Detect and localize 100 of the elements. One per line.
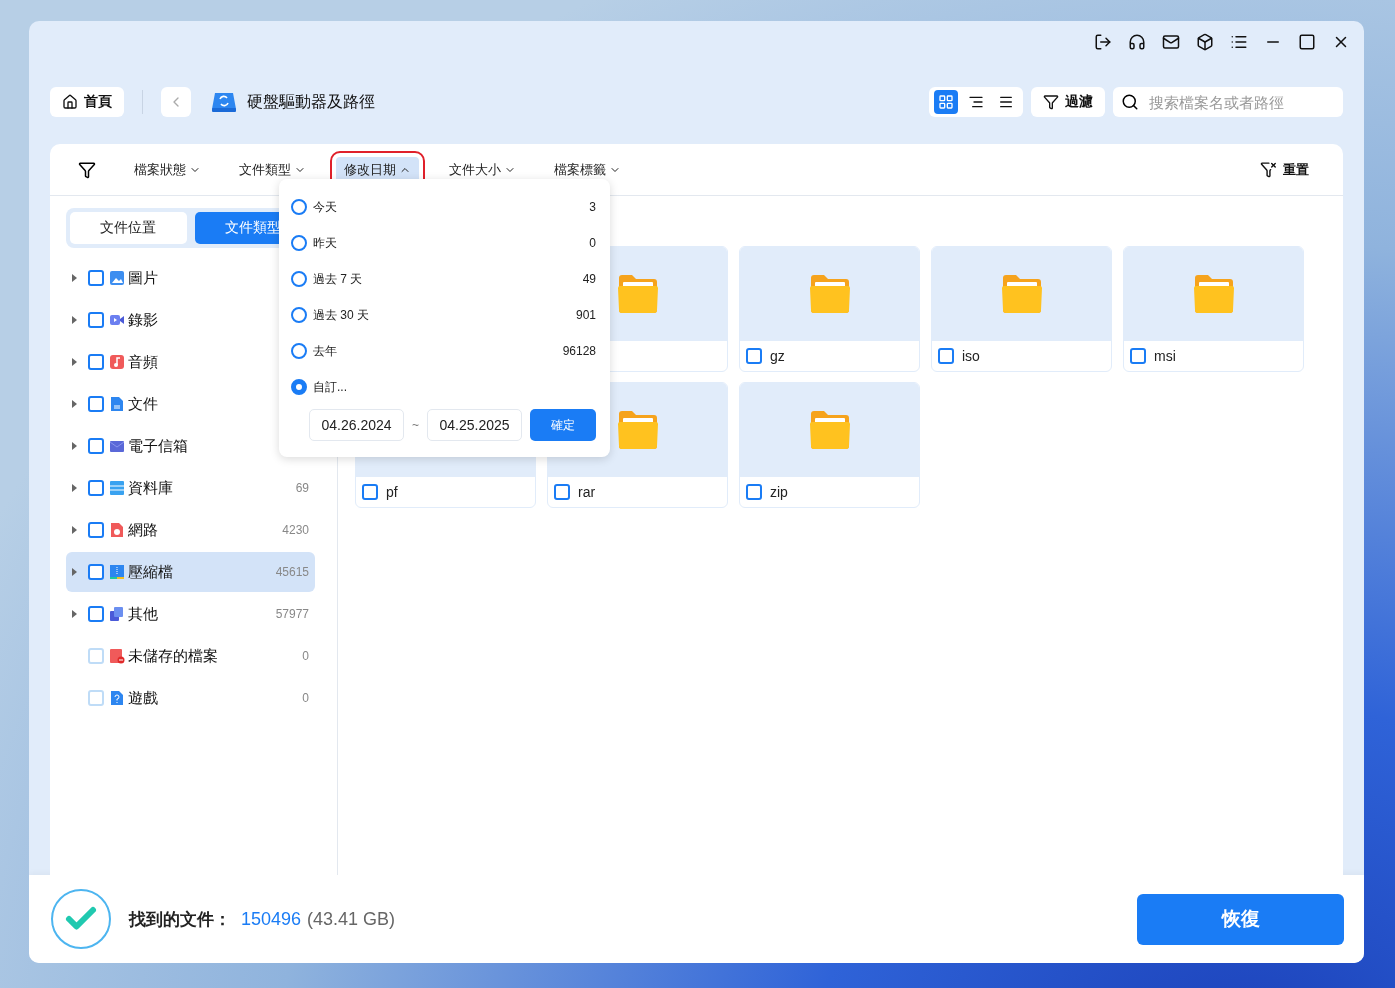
expand-arrow-icon[interactable] xyxy=(72,484,77,492)
file-count: 69 xyxy=(295,481,309,495)
checkbox[interactable] xyxy=(1130,348,1146,364)
reset-button[interactable]: 重置 xyxy=(1254,159,1315,180)
checkbox[interactable] xyxy=(554,484,570,500)
range-separator: ~ xyxy=(412,418,419,432)
home-button[interactable]: 首頁 xyxy=(50,87,124,117)
question-file-icon xyxy=(109,690,125,706)
folder-icon xyxy=(1192,274,1235,314)
category-label: 未儲存的檔案 xyxy=(128,646,218,666)
file-count: 4230 xyxy=(282,523,309,537)
category-label: 文件 xyxy=(128,394,158,414)
folder-icon xyxy=(808,274,851,314)
radio-button[interactable] xyxy=(291,307,307,323)
folder-card[interactable]: msi xyxy=(1123,246,1304,372)
folder-icon xyxy=(1000,274,1043,314)
page-title: 硬盤驅動器及路徑 xyxy=(247,91,375,112)
search-field[interactable]: 搜索檔案名或者路徑 xyxy=(1113,87,1343,117)
filter-dropdown[interactable]: 文件類型 xyxy=(231,156,314,183)
option-label: 今天 xyxy=(313,198,338,216)
folder-label: zip xyxy=(770,484,788,500)
end-date-field[interactable]: 04.25.2025 xyxy=(427,409,522,441)
checkbox[interactable] xyxy=(88,606,104,622)
archive-icon xyxy=(109,564,125,580)
folder-card[interactable]: zip xyxy=(739,382,920,508)
category-label: 圖片 xyxy=(128,268,158,288)
category-label: 壓縮檔 xyxy=(128,562,173,582)
category-label: 遊戲 xyxy=(128,688,158,708)
filter-icon xyxy=(78,160,96,179)
category-label: 音頻 xyxy=(128,352,158,372)
date-option[interactable]: 過去 7 天 49 xyxy=(291,261,596,297)
checkbox[interactable] xyxy=(938,348,954,364)
file-count: 45615 xyxy=(275,565,309,579)
document-icon xyxy=(109,396,125,412)
filter-icon xyxy=(1043,94,1059,110)
category-item[interactable]: 資料庫 69 xyxy=(66,468,315,508)
category-label: 錄影 xyxy=(128,310,158,330)
radio-button[interactable] xyxy=(291,199,307,215)
checkbox[interactable] xyxy=(88,312,104,328)
grid-view-icon[interactable] xyxy=(934,90,958,114)
expand-arrow-icon[interactable] xyxy=(72,610,77,618)
envelope-icon xyxy=(109,438,125,454)
checkbox[interactable] xyxy=(88,270,104,286)
sidebar-tab[interactable]: 文件位置 xyxy=(70,212,187,244)
radio-button[interactable] xyxy=(291,343,307,359)
folder-icon xyxy=(616,410,659,450)
folder-card[interactable]: gz xyxy=(739,246,920,372)
category-item[interactable]: 壓縮檔 45615 xyxy=(66,552,315,592)
expand-arrow-icon[interactable] xyxy=(72,442,77,450)
folder-label: gz xyxy=(770,348,785,364)
category-label: 網路 xyxy=(128,520,158,540)
checkbox[interactable] xyxy=(746,484,762,500)
radio-button[interactable] xyxy=(291,235,307,251)
expand-arrow-icon[interactable] xyxy=(72,358,77,366)
checkbox[interactable] xyxy=(88,438,104,454)
option-label: 昨天 xyxy=(313,234,338,252)
checkbox[interactable] xyxy=(88,522,104,538)
expand-arrow-icon[interactable] xyxy=(72,274,77,282)
category-label: 資料庫 xyxy=(128,478,173,498)
folder-icon xyxy=(616,274,659,314)
filter-button[interactable]: 過濾 xyxy=(1031,87,1105,117)
category-item[interactable]: 網路 4230 xyxy=(66,510,315,550)
recover-button[interactable]: 恢復 xyxy=(1137,893,1344,945)
date-option[interactable]: 去年 96128 xyxy=(291,333,596,369)
folder-label: iso xyxy=(962,348,980,364)
option-count: 96128 xyxy=(562,344,596,358)
file-count: 0 xyxy=(302,649,309,663)
image-icon xyxy=(109,270,125,286)
expand-arrow-icon[interactable] xyxy=(72,526,77,534)
filter-dropdown[interactable]: 檔案狀態 xyxy=(126,156,209,183)
found-files-count: 150496 xyxy=(241,908,302,930)
expand-arrow-icon[interactable] xyxy=(72,400,77,408)
video-icon xyxy=(109,312,125,328)
date-option[interactable]: 過去 30 天 901 xyxy=(291,297,596,333)
file-count: 57977 xyxy=(275,607,309,621)
expand-arrow-icon[interactable] xyxy=(72,568,77,576)
drive-icon xyxy=(211,91,237,113)
folder-card[interactable]: iso xyxy=(931,246,1112,372)
radio-button[interactable] xyxy=(291,271,307,287)
category-item[interactable]: 其他 57977 xyxy=(66,594,315,634)
option-count: 3 xyxy=(589,200,596,214)
folder-label: pf xyxy=(386,484,398,500)
checkbox[interactable] xyxy=(746,348,762,364)
checkbox[interactable] xyxy=(88,354,104,370)
filter-dropdown[interactable]: 文件大小 xyxy=(441,156,524,183)
folder-label: rar xyxy=(578,484,596,500)
checkbox[interactable] xyxy=(88,396,104,412)
filter-clear-icon xyxy=(1260,161,1277,178)
file-count: 0 xyxy=(302,691,309,705)
option-count: 901 xyxy=(575,308,596,322)
radio-button[interactable] xyxy=(291,379,307,395)
found-files-size: (43.41 GB) xyxy=(307,908,396,930)
confirm-button[interactable]: 確定 xyxy=(530,409,596,441)
start-date-field[interactable]: 04.26.2024 xyxy=(309,409,404,441)
checkbox[interactable] xyxy=(88,564,104,580)
expand-arrow-icon[interactable] xyxy=(72,316,77,324)
filter-dropdown[interactable]: 檔案標籤 xyxy=(546,156,629,183)
checkbox[interactable] xyxy=(88,480,104,496)
checkbox[interactable] xyxy=(362,484,378,500)
folder-icon xyxy=(808,410,851,450)
